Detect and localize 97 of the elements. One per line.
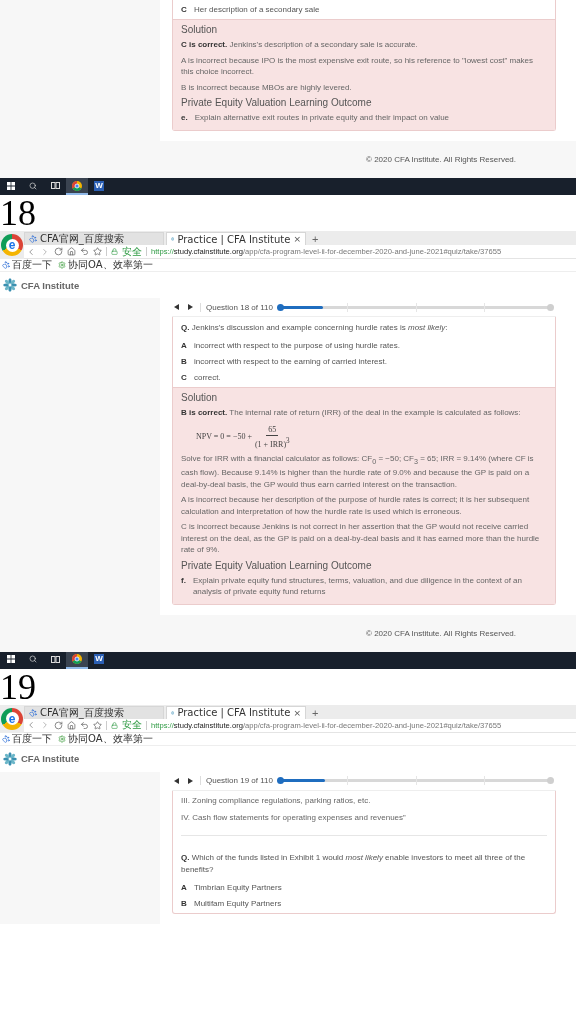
formula-text: NPV = 0 = −50 + <box>196 431 252 441</box>
undo-icon[interactable] <box>80 720 89 730</box>
browser-tab[interactable]: CFA官网_百度搜索 <box>24 705 164 719</box>
solution-text: C is correct. Jenkins's description of a secondary sale is accurate. <box>181 39 419 51</box>
question-text: Q. Jenkins's discussion and example concerning hurdle rates is most likely: <box>181 322 449 334</box>
outcome-text: Explain private equity fund structures, terms, valuation, and due diligence in the context of an analysis of private equity fund returns <box>192 574 523 597</box>
option-letter: B <box>181 897 187 909</box>
option-text: incorrect with respect to the purpose of using hurdle rates. <box>194 340 400 351</box>
solution-text: B is incorrect because MBOs are highly levered. <box>181 81 353 93</box>
option-letter: A <box>181 340 187 351</box>
outcome-heading: Private Equity Valuation Learning Outcome <box>181 97 373 108</box>
lock-icon <box>111 248 118 255</box>
reload-icon[interactable] <box>54 247 63 256</box>
cfa-logo-icon <box>3 751 17 766</box>
document-app-icon: W <box>94 180 104 191</box>
reload-icon[interactable] <box>54 720 63 730</box>
next-button[interactable] <box>186 776 194 785</box>
undo-icon[interactable] <box>80 247 89 256</box>
browser-app-icon <box>72 654 82 665</box>
outcome-heading: Private Equity Valuation Learning Outcome <box>181 559 373 571</box>
option-letter: B <box>181 356 187 367</box>
tab-close-button[interactable]: × <box>293 234 301 244</box>
outcome-letter: e. <box>181 112 188 123</box>
option-text: Multifam Equity Partners <box>194 897 282 909</box>
search-icon <box>29 655 37 664</box>
task-view-icon <box>50 182 60 189</box>
copyright-text: © 2020 CFA Institute. All Rights Reserved. <box>365 154 517 166</box>
star-icon[interactable] <box>93 247 102 256</box>
solution-heading: Solution <box>181 24 219 35</box>
windows-start-icon <box>7 655 15 664</box>
secure-label: 安全 <box>122 244 142 259</box>
outcome-text: Explain alternative exit routes in private equity and their impact on value <box>194 112 450 123</box>
tab-title: CFA官网_百度搜索 <box>40 705 125 719</box>
question-text: Q. Which of the funds listed in Exhibit 1 would most likely enable investors to meet all three of the benefits? <box>181 851 527 876</box>
option-text: Timbrian Equity Partners <box>194 881 282 893</box>
lock-icon <box>111 721 118 729</box>
paw-icon <box>29 708 37 717</box>
solution-text: A is incorrect because her description of the purpose of hurdle rates is correct; it is her subsequent calculation and interpretation of how the hurdle rate is used which is erroneous. <box>181 494 531 518</box>
bookmark-title: 协同OA、效率第一 <box>68 731 153 746</box>
solution-text: Solve for IRR with a financial calculator as follows: CF$_{0}$ = −50; CF$_{3}$ = 65; IRR = 9.14% (where CF is cash flow). Because 9.14% is higher than the hurdle rate of 9.0% and because the GP is paid on a deal-by-deal basis, the GP would thus earn carried interest on the transaction. <box>181 453 535 491</box>
solution-text: A is incorrect because IPO is the most expensive exit route, so his reference to "lowest cost" makes this choice incorrect. <box>181 54 535 78</box>
solution-text: B is correct. The internal rate of return (IRR) of the deal in the example is calculated as follows: <box>181 407 522 419</box>
solution-text: C is incorrect because Jenkins is not correct in her assertion that the GP would not receive carried interest on the deal, as the GP is paid on a deal-by-deal basis and it has earned more than the hurdle rate of 9%. <box>181 521 541 556</box>
progress-start-dot <box>277 303 284 311</box>
fraction-denominator: (1 + IRR)$^{3}$ <box>254 435 290 449</box>
previous-button[interactable] <box>172 776 180 785</box>
star-icon[interactable] <box>93 720 102 730</box>
browser-tab[interactable]: CFA官网_百度搜索 <box>24 232 164 245</box>
question-counter: Question 18 of 110 <box>200 302 273 312</box>
paw-icon <box>2 261 10 269</box>
windows-start-icon <box>7 181 15 190</box>
browser-tab[interactable]: Practice | CFA Institute × <box>166 705 306 719</box>
option-letter: A <box>181 881 187 893</box>
option-letter: C <box>181 4 187 15</box>
bookmark-title: 百度一下 <box>12 731 52 746</box>
new-tab-button[interactable]: + <box>308 233 323 245</box>
home-icon[interactable] <box>67 720 76 730</box>
bookmark-title: 百度一下 <box>12 258 52 272</box>
home-icon[interactable] <box>67 247 76 256</box>
progress-start-dot <box>277 777 284 785</box>
cfa-logo-icon <box>3 278 17 292</box>
browser-tab[interactable]: Practice | CFA Institute × <box>166 232 306 245</box>
option-text: correct. <box>194 372 221 383</box>
passage-text: III. Zoning compliance regulations, parking ratios, etc. <box>181 794 372 807</box>
question-counter: Question 19 of 110 <box>200 776 273 786</box>
bookmark-title: 协同OA、效率第一 <box>68 258 153 272</box>
browser-app-icon <box>72 180 82 191</box>
taskbar-button[interactable]: W <box>88 178 110 195</box>
search-icon <box>29 181 37 190</box>
next-button[interactable] <box>186 303 194 311</box>
tab-close-button[interactable]: × <box>293 707 301 718</box>
paw-icon <box>29 235 37 243</box>
taskbar-button[interactable]: W <box>88 651 110 669</box>
task-view-icon <box>50 655 60 663</box>
gear-icon <box>58 734 66 743</box>
outcome-letter: f. <box>181 574 186 587</box>
browser-logo-letter: e <box>5 238 19 252</box>
copyright-text: © 2020 CFA Institute. All Rights Reserved. <box>365 627 517 640</box>
site-title: CFA Institute <box>21 279 80 291</box>
tab-title: Practice | CFA Institute <box>177 233 291 245</box>
taskbar-button[interactable] <box>66 178 88 195</box>
secure-label: 安全 <box>122 718 142 733</box>
tab-title: CFA官网_百度搜索 <box>40 232 125 246</box>
option-text: incorrect with respect to the earning of carried interest. <box>194 356 387 367</box>
option-text: Her description of a secondary sale <box>194 4 320 15</box>
solution-heading: Solution <box>181 392 219 403</box>
tab-title: Practice | CFA Institute <box>177 707 291 719</box>
gear-icon <box>58 261 66 269</box>
paw-icon <box>2 734 10 743</box>
option-letter: C <box>181 372 187 383</box>
fraction-numerator: 65 <box>266 424 279 436</box>
site-title: CFA Institute <box>21 753 80 765</box>
new-tab-button[interactable]: + <box>308 706 323 719</box>
previous-button[interactable] <box>172 303 180 311</box>
browser-logo-letter: e <box>5 712 19 726</box>
document-app-icon: W <box>94 654 104 665</box>
passage-text: IV. Cash flow statements for operating expenses and revenues” <box>181 811 407 824</box>
